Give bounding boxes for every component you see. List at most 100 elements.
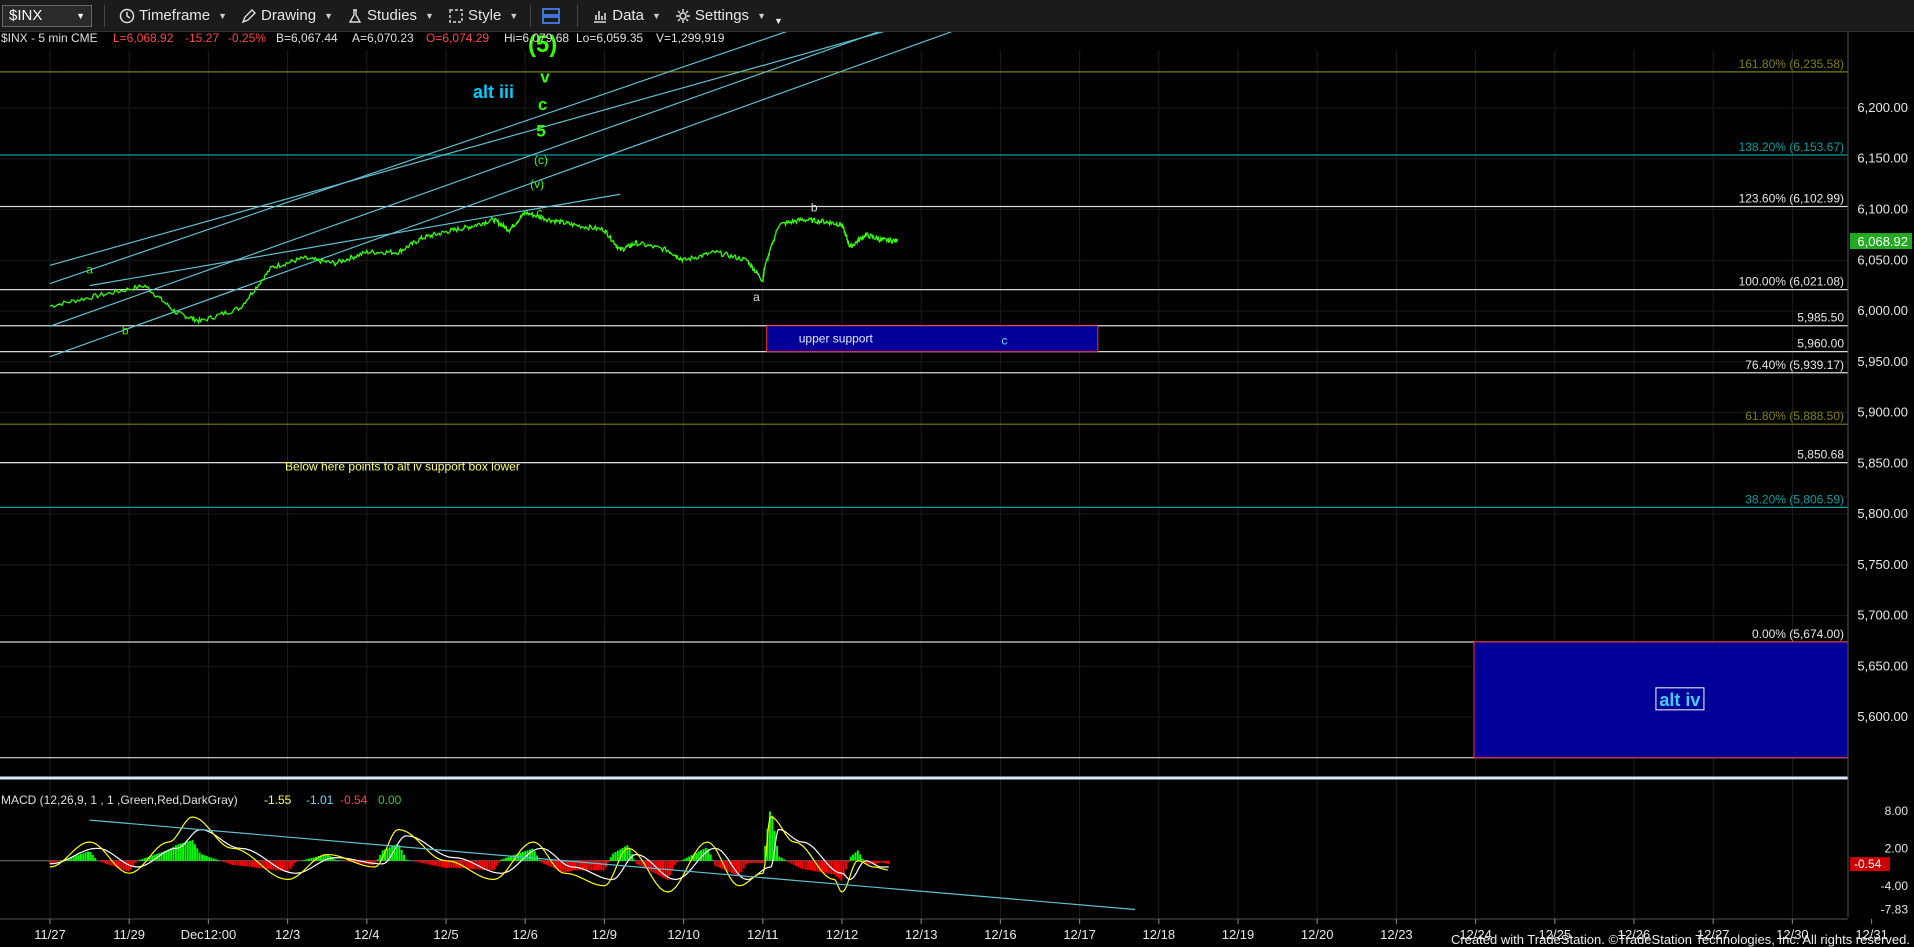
wave-label: (c) bbox=[534, 153, 548, 167]
low-price: Lo=6,059.35 bbox=[576, 32, 643, 45]
chevron-down-icon: ▼ bbox=[757, 10, 766, 21]
layout-button[interactable] bbox=[541, 7, 565, 25]
price-tick: 5,850.00 bbox=[1857, 455, 1908, 470]
level-label: 61.80% (5,888.50) bbox=[1745, 409, 1844, 423]
wave-label: alt iii bbox=[473, 82, 514, 102]
drawing-menu[interactable]: Drawing ▼ bbox=[241, 7, 333, 24]
layout-icon bbox=[542, 7, 561, 24]
price-tick: 5,800.00 bbox=[1857, 506, 1908, 521]
price-tick: 5,650.00 bbox=[1857, 658, 1908, 673]
studies-label: Studies bbox=[367, 7, 418, 24]
open-price: O=6,074.29 bbox=[426, 32, 489, 45]
pencil-icon bbox=[241, 8, 257, 23]
symbol-info: $INX - 5 min CME bbox=[1, 32, 98, 45]
time-tick: 11/27 bbox=[34, 927, 66, 942]
more-icon: ▼ bbox=[773, 15, 783, 26]
volume: V=1,299,919 bbox=[656, 32, 725, 45]
time-tick: 12/16 bbox=[984, 927, 1017, 942]
level-label: 76.40% (5,939.17) bbox=[1745, 358, 1844, 372]
chevron-down-icon: ▼ bbox=[218, 10, 228, 21]
settings-menu[interactable]: Settings ▼ ▼ bbox=[675, 7, 783, 26]
timeframe-menu[interactable]: Timeframe ▼ bbox=[119, 7, 227, 24]
time-tick: 12/9 bbox=[592, 927, 617, 942]
gear-icon bbox=[675, 8, 690, 23]
chart-canvas: 161.80% (6,235.58) 138.20% (6,153.67) 123.… bbox=[0, 32, 1914, 947]
data-label: Data bbox=[612, 7, 644, 24]
level-label: 100.00% (6,021.08) bbox=[1739, 275, 1844, 289]
chevron-down-icon: ▼ bbox=[425, 10, 434, 21]
time-tick: 12/10 bbox=[667, 927, 700, 942]
price-tick: 6,200.00 bbox=[1857, 100, 1908, 115]
macd-title: MACD (12,26,9, 1 , 1 ,Green,Red,DarkGray… bbox=[1, 793, 238, 807]
time-tick: 12/12 bbox=[826, 927, 859, 942]
wave-label: c bbox=[536, 206, 542, 220]
level-label: 123.60% (6,102.99) bbox=[1739, 191, 1844, 205]
level-label: 5,850.68 bbox=[1797, 448, 1844, 462]
chevron-down-icon: ▼ bbox=[651, 10, 661, 21]
bid-price: B=6,067.44 bbox=[276, 32, 338, 45]
macd-last-tick: -0.54 bbox=[1854, 857, 1882, 871]
timeframe-label: Timeframe bbox=[139, 7, 211, 24]
chevron-down-icon: ▼ bbox=[76, 10, 85, 21]
wave-label: c bbox=[1001, 334, 1007, 348]
timeframe-icon bbox=[119, 8, 135, 23]
wave-label: v bbox=[540, 68, 550, 87]
symbol-select[interactable]: $INX ▼ bbox=[2, 4, 92, 27]
level-label: 5,985.50 bbox=[1797, 311, 1844, 325]
pct-change: -0.25% bbox=[228, 32, 266, 45]
level-label: 5,960.00 bbox=[1797, 337, 1844, 351]
price-tick: 5,950.00 bbox=[1857, 354, 1908, 369]
bar-chart-icon bbox=[594, 10, 607, 23]
macd-tick: -7.83 bbox=[1881, 903, 1909, 917]
time-tick: 12/6 bbox=[513, 927, 538, 942]
time-tick: 12/5 bbox=[433, 927, 458, 942]
toolbar-divider bbox=[104, 4, 105, 27]
studies-menu[interactable]: Studies ▼ bbox=[347, 7, 434, 24]
macd-tick: -4.00 bbox=[1881, 879, 1909, 893]
price-tick: 5,750.00 bbox=[1857, 557, 1908, 572]
price-tick: 5,900.00 bbox=[1857, 405, 1908, 420]
time-tick: 12/3 bbox=[275, 927, 300, 942]
wave-label: Below here points to alt iv support box … bbox=[285, 459, 520, 473]
price-tick: 6,050.00 bbox=[1857, 252, 1908, 267]
macd-tick: 2.00 bbox=[1885, 841, 1909, 855]
last-price: L=6,068.92 bbox=[113, 32, 174, 45]
time-tick: 12/13 bbox=[905, 927, 938, 942]
time-tick: 12/4 bbox=[354, 927, 379, 942]
time-tick: Dec12:00 bbox=[181, 927, 237, 942]
wave-label: (v) bbox=[530, 177, 544, 191]
toolbar-divider bbox=[530, 4, 532, 27]
time-tick: 12/19 bbox=[1222, 927, 1255, 942]
wave-label: a bbox=[86, 262, 93, 276]
macd-readout: -0.54 bbox=[340, 793, 368, 807]
flask-icon bbox=[348, 8, 362, 23]
style-icon bbox=[449, 8, 463, 23]
chevron-down-icon: ▼ bbox=[509, 10, 519, 21]
toolbar: $INX ▼ Timeframe ▼ Drawing ▼ Studies ▼ Styl… bbox=[0, 0, 1914, 32]
data-menu[interactable]: Data ▼ bbox=[592, 7, 661, 24]
high-price: Hi=6,079.68 bbox=[504, 32, 569, 45]
time-tick: 11/29 bbox=[113, 927, 145, 942]
ask-price: A=6,070.23 bbox=[352, 32, 414, 45]
wave-label: c bbox=[538, 95, 547, 114]
price-tick: 6,150.00 bbox=[1857, 151, 1908, 166]
macd-readout: -1.55 bbox=[264, 793, 292, 807]
chevron-down-icon: ▼ bbox=[324, 10, 333, 21]
settings-label: Settings bbox=[694, 7, 750, 24]
price-tick: 6,000.00 bbox=[1857, 303, 1908, 318]
toolbar-divider bbox=[577, 4, 579, 27]
footer-credit: Created with TradeStation. ©TradeStation… bbox=[1450, 932, 1910, 947]
box-label: alt iv bbox=[1659, 690, 1700, 710]
wave-label: 5 bbox=[536, 121, 545, 140]
drawing-label: Drawing bbox=[261, 7, 317, 24]
last-price-tick: 6,068.92 bbox=[1857, 234, 1908, 249]
time-tick: 12/18 bbox=[1143, 927, 1176, 942]
symbol-value: $INX bbox=[9, 7, 43, 24]
time-tick: 12/11 bbox=[747, 927, 779, 942]
time-tick: 12/17 bbox=[1063, 927, 1096, 942]
level-label: 161.80% (6,235.58) bbox=[1739, 57, 1844, 71]
level-label: 138.20% (6,153.67) bbox=[1739, 140, 1844, 154]
style-menu[interactable]: Style ▼ bbox=[448, 7, 518, 24]
level-label: 0.00% (5,674.00) bbox=[1752, 627, 1844, 641]
macd-tick: 8.00 bbox=[1885, 804, 1909, 818]
